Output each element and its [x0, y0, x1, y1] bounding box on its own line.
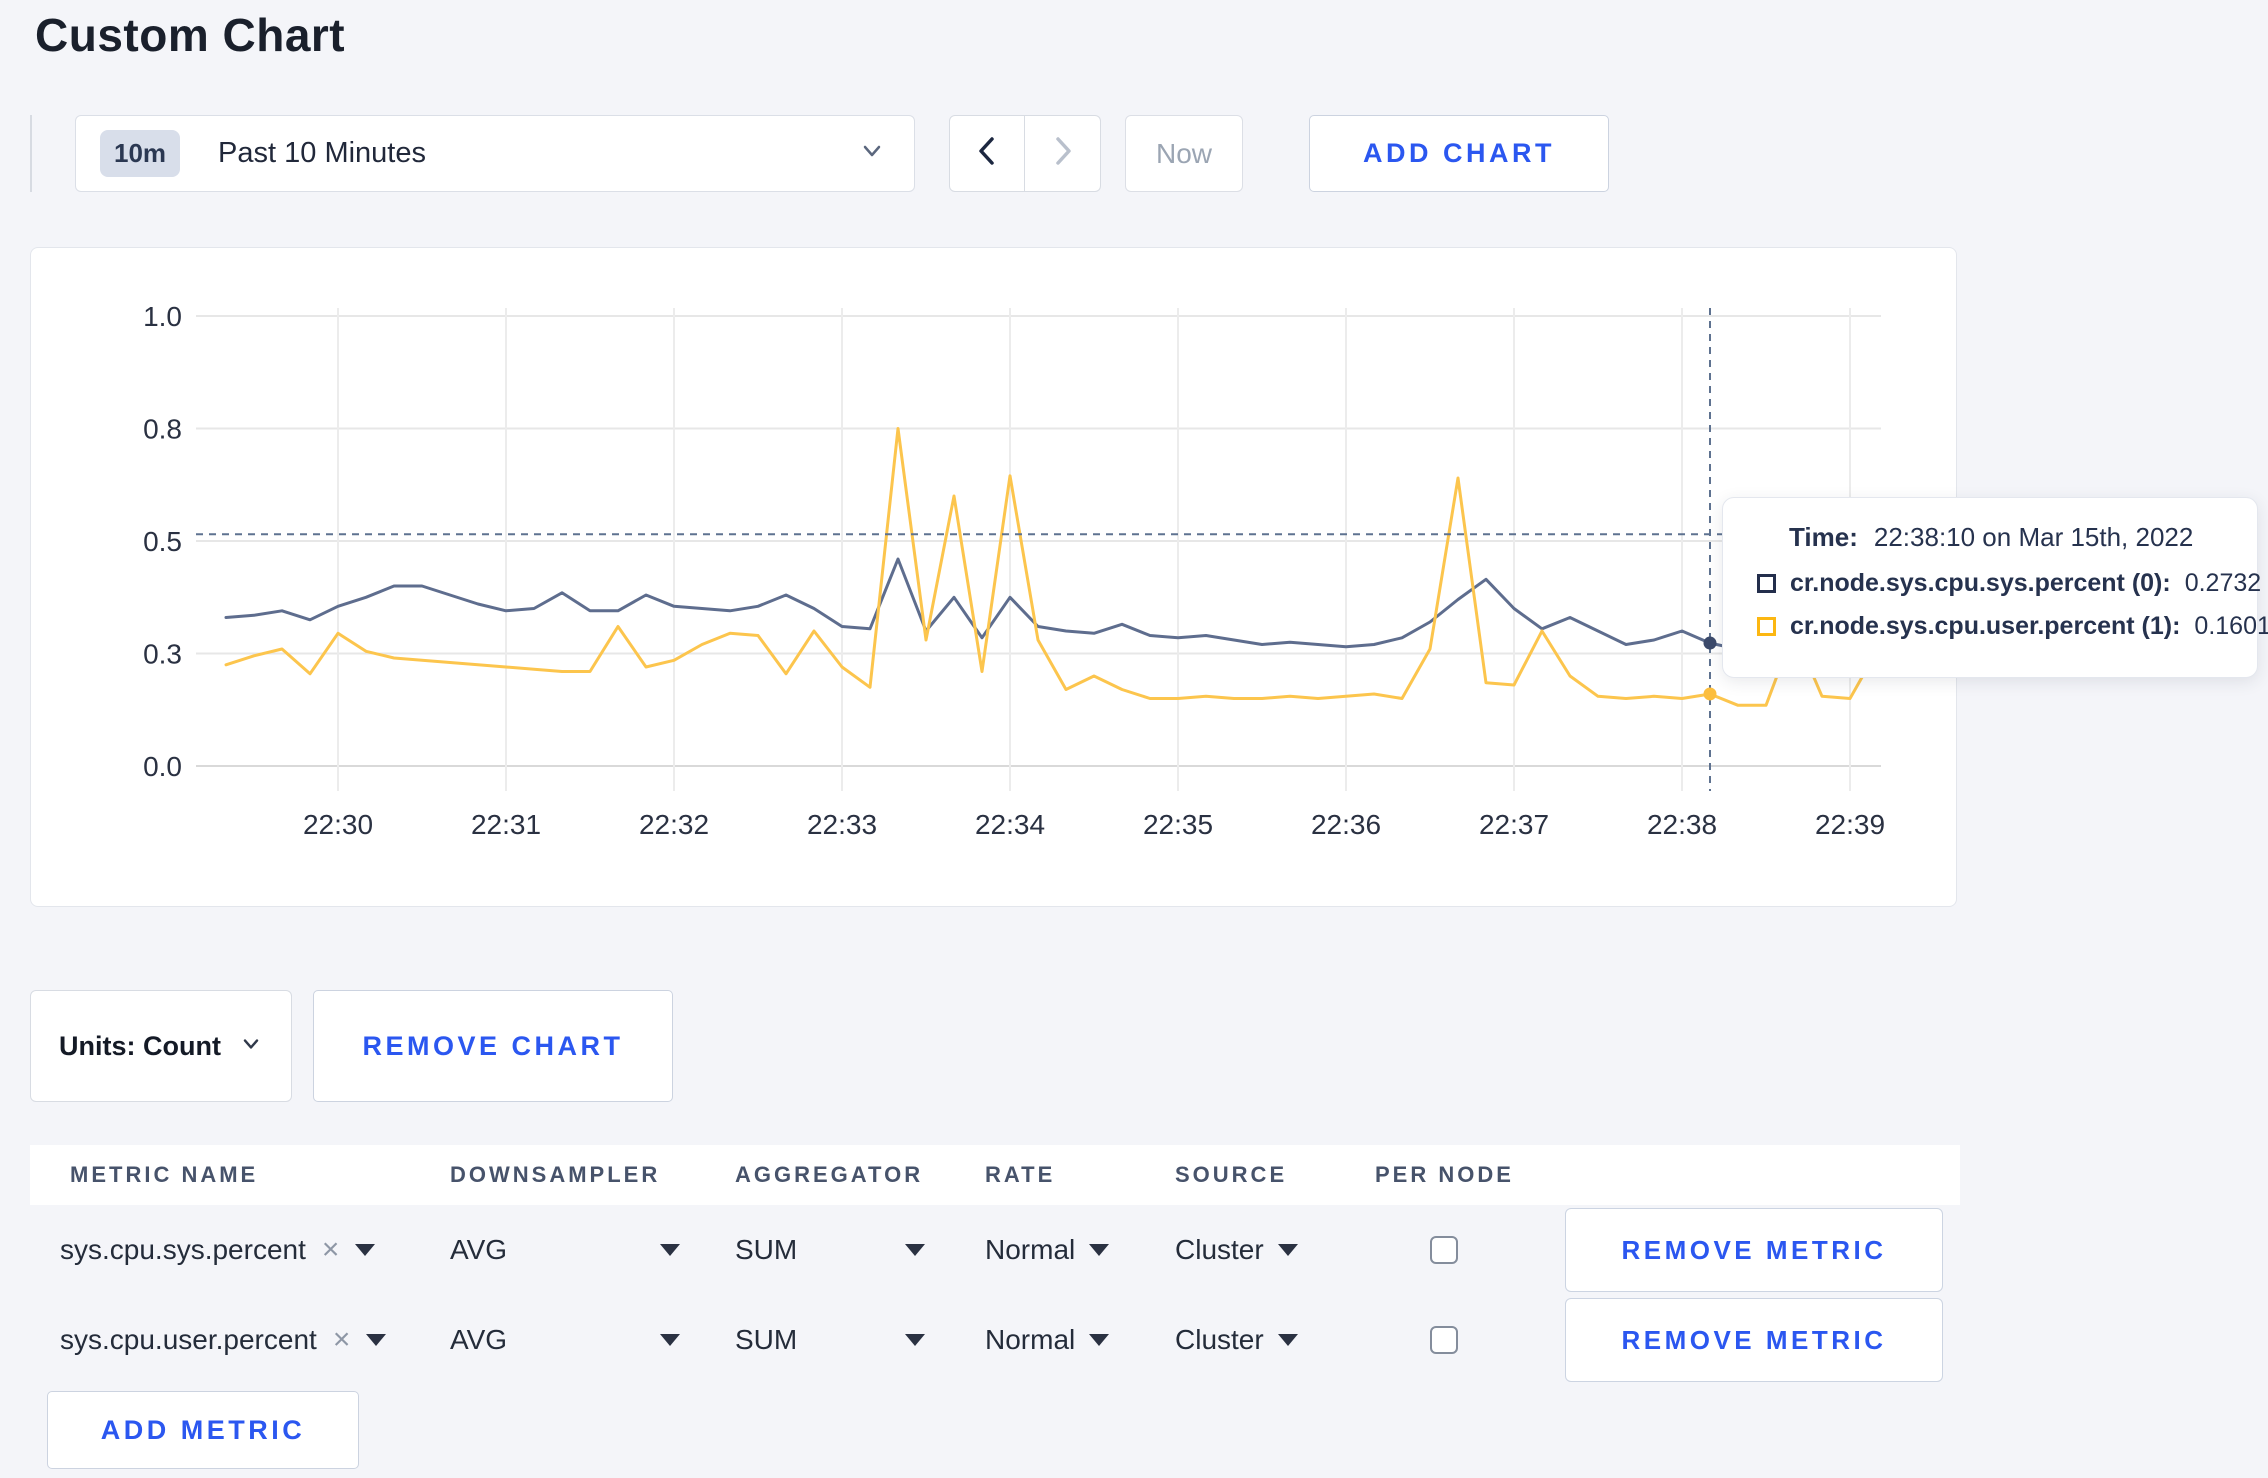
source-select[interactable]: Cluster — [1175, 1324, 1375, 1356]
rate-value: Normal — [985, 1234, 1076, 1265]
metrics-table: METRIC NAME DOWNSAMPLER AGGREGATOR RATE … — [30, 1145, 1960, 1469]
svg-text:22:32: 22:32 — [639, 809, 709, 840]
rate-value: Normal — [985, 1324, 1076, 1355]
per-node-checkbox[interactable] — [1430, 1326, 1458, 1354]
clear-metric-icon[interactable]: × — [333, 1325, 351, 1355]
time-range-label: Past 10 Minutes — [218, 137, 426, 169]
chart-hover-tooltip: Time: 22:38:10 on Mar 15th, 2022 cr.node.… — [1722, 497, 2268, 678]
chart-card: 1.0 0.8 0.5 0.3 0.0 22:30 22:31 22:32 22:33 22:34… — [30, 247, 1957, 907]
tooltip-series-value: 0.1601 — [2194, 612, 2268, 640]
remove-chart-button[interactable]: REMOVE CHART — [313, 990, 673, 1102]
dropdown-caret-icon — [1277, 1334, 1298, 1346]
metrics-table-header: METRIC NAME DOWNSAMPLER AGGREGATOR RATE … — [30, 1145, 1960, 1205]
svg-text:0.8: 0.8 — [143, 414, 182, 445]
column-header-rate: RATE — [985, 1162, 1056, 1187]
metric-row: sys.cpu.user.percent × AVG SUM Normal Cl… — [30, 1295, 1960, 1385]
chevron-right-icon — [1048, 134, 1078, 173]
downsampler-select[interactable]: AVG — [450, 1234, 680, 1266]
user-series-swatch-icon — [1757, 617, 1776, 636]
next-range-button[interactable] — [1025, 115, 1101, 192]
aggregator-select[interactable]: SUM — [735, 1324, 925, 1356]
time-range-badge: 10m — [100, 130, 181, 177]
metric-name-value: sys.cpu.sys.percent — [60, 1234, 306, 1265]
svg-text:22:33: 22:33 — [807, 809, 877, 840]
metric-row: sys.cpu.sys.percent × AVG SUM Normal Clu… — [30, 1205, 1960, 1295]
chart-controls-row: Units: Count REMOVE CHART — [30, 990, 673, 1102]
source-value: Cluster — [1175, 1324, 1264, 1355]
sys-series-swatch-icon — [1757, 574, 1776, 593]
svg-text:22:34: 22:34 — [975, 809, 1045, 840]
tooltip-time-row: Time: 22:38:10 on Mar 15th, 2022 — [1789, 522, 2227, 553]
svg-text:0.0: 0.0 — [143, 751, 182, 782]
toolbar: 10m Past 10 Minutes Now ADD CHART — [30, 115, 1609, 192]
remove-metric-button[interactable]: REMOVE METRIC — [1565, 1298, 1943, 1382]
toolbar-divider — [30, 115, 32, 192]
rate-select[interactable]: Normal — [985, 1234, 1175, 1266]
svg-text:0.3: 0.3 — [143, 639, 182, 670]
column-header-aggregator: AGGREGATOR — [735, 1162, 924, 1187]
time-step-buttons — [949, 115, 1101, 192]
clear-metric-icon[interactable]: × — [322, 1235, 340, 1265]
dropdown-caret-icon — [905, 1334, 925, 1346]
dropdown-caret-icon — [660, 1244, 680, 1256]
metric-name-value: sys.cpu.user.percent — [60, 1324, 317, 1355]
tooltip-time-value: 22:38:10 on Mar 15th, 2022 — [1873, 522, 2194, 552]
svg-text:22:35: 22:35 — [1143, 809, 1213, 840]
chevron-left-icon — [972, 134, 1002, 173]
units-select-label: Units: Count — [59, 1030, 221, 1061]
source-value: Cluster — [1175, 1234, 1264, 1265]
add-metric-button[interactable]: ADD METRIC — [47, 1391, 359, 1469]
svg-text:22:39: 22:39 — [1815, 809, 1885, 840]
column-header-metric-name: METRIC NAME — [70, 1162, 259, 1187]
downsampler-value: AVG — [450, 1234, 508, 1265]
dropdown-caret-icon — [1089, 1244, 1110, 1256]
svg-text:0.5: 0.5 — [143, 526, 182, 557]
time-range-select[interactable]: 10m Past 10 Minutes — [75, 115, 915, 192]
dropdown-caret-icon — [1277, 1244, 1298, 1256]
column-header-per-node: PER NODE — [1375, 1162, 1514, 1187]
tooltip-series-row: cr.node.sys.cpu.sys.percent (0): 0.2732 — [1757, 569, 2261, 598]
units-select[interactable]: Units: Count — [30, 990, 292, 1102]
svg-text:22:38: 22:38 — [1647, 809, 1717, 840]
per-node-checkbox[interactable] — [1430, 1236, 1458, 1264]
now-button[interactable]: Now — [1125, 115, 1243, 192]
dropdown-caret-icon — [366, 1334, 387, 1346]
downsampler-select[interactable]: AVG — [450, 1324, 680, 1356]
tooltip-time-label: Time: — [1789, 522, 1858, 552]
source-select[interactable]: Cluster — [1175, 1234, 1375, 1266]
custom-chart-page: Custom Chart 10m Past 10 Minutes Now ADD… — [0, 0, 2268, 1478]
remove-metric-button[interactable]: REMOVE METRIC — [1565, 1208, 1943, 1292]
svg-text:22:31: 22:31 — [471, 809, 541, 840]
page-title: Custom Chart — [35, 9, 346, 61]
aggregator-select[interactable]: SUM — [735, 1234, 925, 1266]
dropdown-caret-icon — [660, 1334, 680, 1346]
dropdown-caret-icon — [355, 1244, 376, 1256]
dropdown-caret-icon — [1089, 1334, 1110, 1346]
column-header-source: SOURCE — [1175, 1162, 1288, 1187]
aggregator-value: SUM — [735, 1324, 798, 1355]
aggregator-value: SUM — [735, 1234, 798, 1265]
tooltip-series-value: 0.2732 — [2184, 569, 2262, 597]
chevron-down-icon — [239, 1032, 263, 1061]
add-chart-button[interactable]: ADD CHART — [1309, 115, 1609, 192]
svg-text:22:30: 22:30 — [303, 809, 373, 840]
dropdown-caret-icon — [905, 1244, 925, 1256]
chevron-down-icon — [858, 137, 886, 170]
rate-select[interactable]: Normal — [985, 1324, 1175, 1356]
tooltip-series-row: cr.node.sys.cpu.user.percent (1): 0.1601 — [1757, 612, 2268, 641]
timeseries-chart[interactable]: 1.0 0.8 0.5 0.3 0.0 22:30 22:31 22:32 22:33 22:34… — [31, 248, 1958, 908]
svg-text:1.0: 1.0 — [143, 301, 182, 332]
svg-text:22:37: 22:37 — [1479, 809, 1549, 840]
metric-name-select[interactable]: sys.cpu.user.percent × — [30, 1324, 450, 1356]
previous-range-button[interactable] — [949, 115, 1025, 192]
column-header-downsampler: DOWNSAMPLER — [450, 1162, 661, 1187]
downsampler-value: AVG — [450, 1324, 508, 1355]
tooltip-series-label: cr.node.sys.cpu.user.percent (1): — [1790, 612, 2181, 640]
svg-text:22:36: 22:36 — [1311, 809, 1381, 840]
tooltip-series-label: cr.node.sys.cpu.sys.percent (0): — [1790, 569, 2171, 597]
metric-name-select[interactable]: sys.cpu.sys.percent × — [30, 1234, 450, 1266]
